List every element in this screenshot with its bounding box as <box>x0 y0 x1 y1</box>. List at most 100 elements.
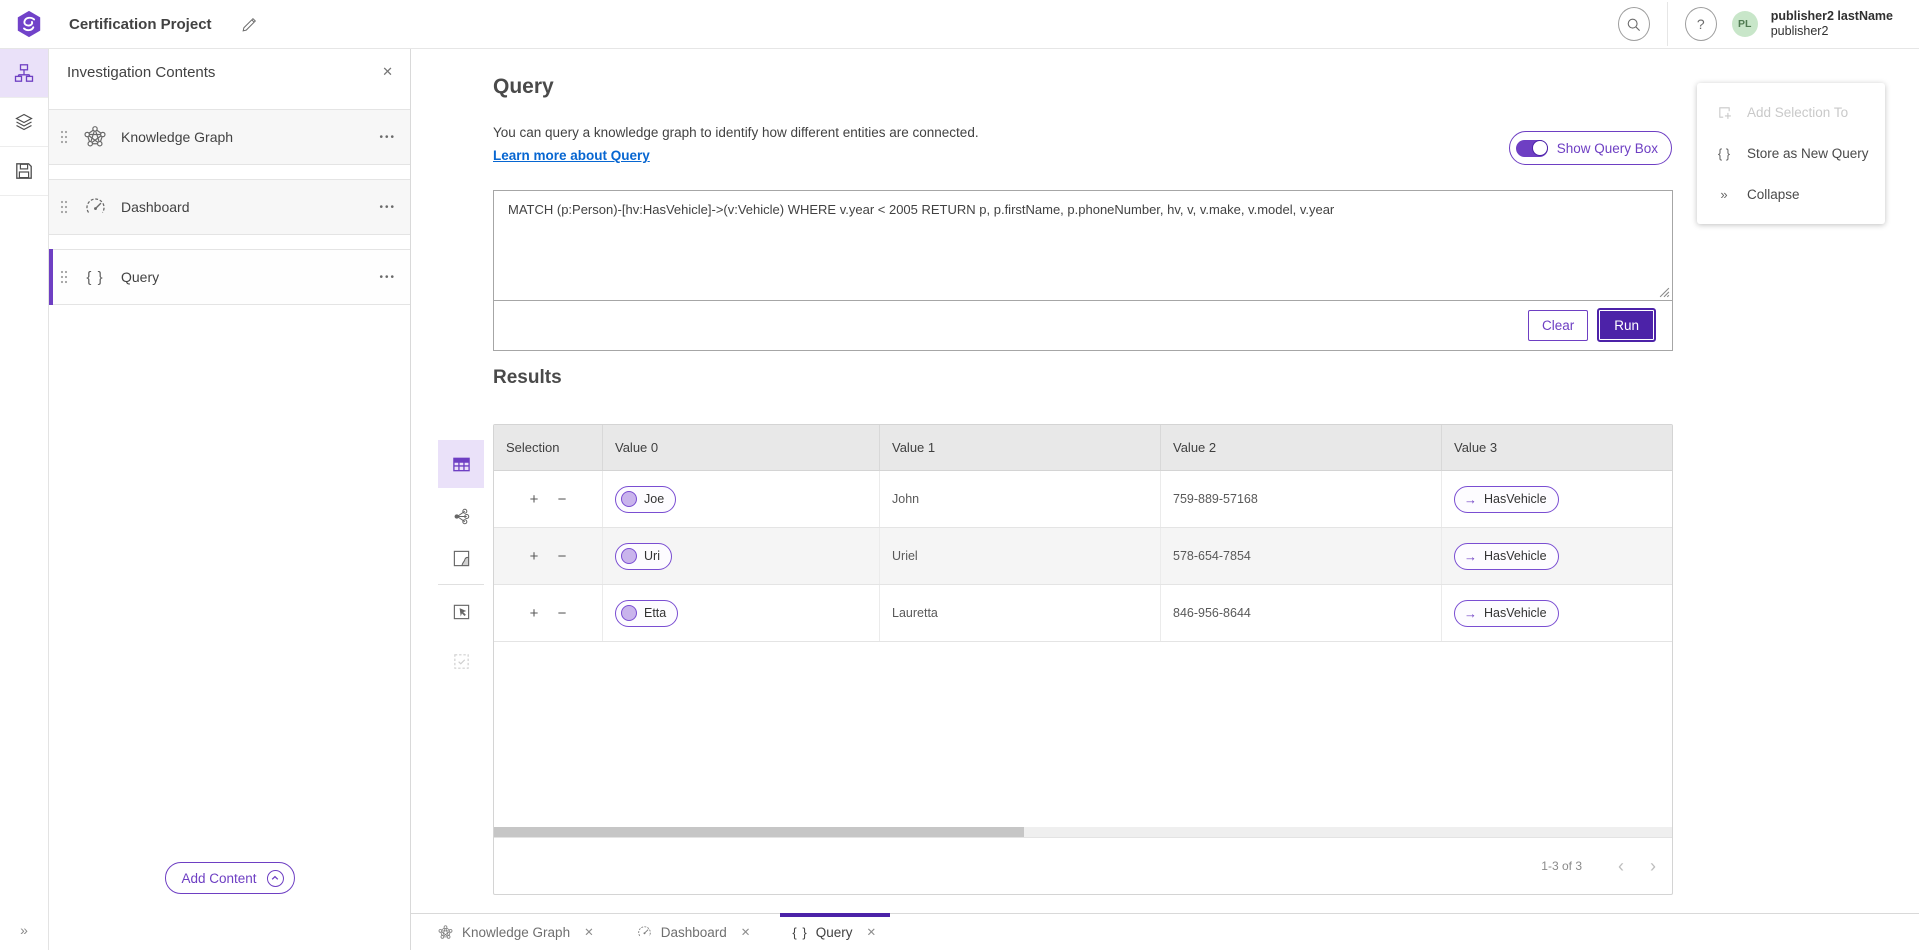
close-tab-button[interactable]: ✕ <box>864 923 878 941</box>
content-item-dashboard[interactable]: Dashboard ••• <box>49 179 410 235</box>
expand-rail-button[interactable]: » <box>0 922 48 938</box>
user-avatar[interactable]: PL <box>1732 11 1758 37</box>
menu-item-label: Collapse <box>1747 187 1800 202</box>
top-bar: Certification Project ? PL publisher2 la… <box>0 0 1919 49</box>
content-item-query[interactable]: { } Query ••• <box>49 249 410 305</box>
resize-handle-icon[interactable] <box>1659 287 1670 298</box>
entity-chip[interactable]: Joe <box>615 486 676 513</box>
search-button[interactable] <box>1618 7 1650 41</box>
braces-icon: { } <box>792 925 807 940</box>
map-select-view-button[interactable] <box>438 591 484 631</box>
tab-query[interactable]: { } Query ✕ <box>780 914 890 950</box>
rail-item-contents[interactable] <box>0 49 48 98</box>
network-view-button[interactable] <box>438 496 484 536</box>
results-view-switcher <box>438 440 484 681</box>
knowledge-graph-icon <box>79 124 111 150</box>
drag-handle-icon[interactable] <box>60 270 68 284</box>
value2-cell: 578-654-7854 <box>1160 528 1441 584</box>
selection-cell: + − <box>494 585 602 641</box>
relation-chip[interactable]: → HasVehicle <box>1454 543 1559 570</box>
relation-chip[interactable]: → HasVehicle <box>1454 486 1559 513</box>
value0-cell: Etta <box>602 585 879 641</box>
results-title: Results <box>493 367 562 389</box>
user-display-name: publisher2 lastName <box>1771 9 1893 24</box>
column-header-value1[interactable]: Value 1 <box>879 425 1160 470</box>
tab-knowledge-graph[interactable]: Knowledge Graph ✕ <box>425 914 608 950</box>
pagination-range: 1-3 of 3 <box>1541 859 1582 873</box>
map-view-icon <box>452 549 471 568</box>
add-to-selection-button[interactable]: + <box>523 491 545 508</box>
value2-cell: 846-956-8644 <box>1160 585 1441 641</box>
content-item-label: Query <box>121 269 375 285</box>
entity-chip-label: Joe <box>644 492 664 506</box>
value3-cell: → HasVehicle <box>1441 528 1672 584</box>
menu-item-collapse[interactable]: » Collapse <box>1697 174 1885 215</box>
relation-chip[interactable]: → HasVehicle <box>1454 600 1559 627</box>
entity-node-icon <box>621 605 637 621</box>
user-username: publisher2 <box>1771 24 1893 39</box>
close-panel-button[interactable]: ✕ <box>378 60 397 84</box>
remove-from-selection-button[interactable]: − <box>551 548 573 565</box>
column-header-selection[interactable]: Selection <box>494 425 602 470</box>
search-icon <box>1625 16 1642 33</box>
entity-node-icon <box>621 491 637 507</box>
add-to-selection-button[interactable]: + <box>523 605 545 622</box>
entity-chip[interactable]: Etta <box>615 600 678 627</box>
tab-label: Query <box>816 925 853 940</box>
project-title: Certification Project <box>69 16 212 33</box>
table-row: + − Uri Uriel 578-654-7854 → HasVehicle <box>494 528 1672 585</box>
investigation-contents-panel: Investigation Contents ✕ Knowledge Graph… <box>49 49 411 950</box>
item-overflow-menu-button[interactable]: ••• <box>375 128 400 147</box>
column-header-value0[interactable]: Value 0 <box>602 425 879 470</box>
braces-icon: { } <box>1714 146 1734 161</box>
menu-item-add-selection-to: Add Selection To <box>1697 92 1885 133</box>
close-tab-button[interactable]: ✕ <box>739 923 753 941</box>
layers-icon <box>14 112 34 132</box>
entity-chip[interactable]: Uri <box>615 543 672 570</box>
relation-chip-label: HasVehicle <box>1484 492 1547 506</box>
column-header-value3[interactable]: Value 3 <box>1441 425 1672 470</box>
edit-title-button[interactable] <box>237 11 263 37</box>
table-view-button[interactable] <box>438 440 484 488</box>
horizontal-scrollbar[interactable] <box>494 827 1672 837</box>
toggle-switch-icon <box>1516 140 1548 157</box>
close-tab-button[interactable]: ✕ <box>582 923 596 941</box>
drag-handle-icon[interactable] <box>60 200 68 214</box>
remove-from-selection-button[interactable]: − <box>551 491 573 508</box>
map-view-button[interactable] <box>438 538 484 578</box>
user-menu[interactable]: publisher2 lastName publisher2 <box>1771 9 1919 39</box>
value1-cell: Uriel <box>879 528 1160 584</box>
rail-item-layers[interactable] <box>0 98 48 147</box>
show-query-box-toggle[interactable]: Show Query Box <box>1509 131 1672 165</box>
save-icon <box>14 161 34 181</box>
help-button[interactable]: ? <box>1685 7 1717 41</box>
braces-icon: { } <box>79 269 111 286</box>
add-to-selection-button[interactable]: + <box>523 548 545 565</box>
menu-item-store-as-new-query[interactable]: { } Store as New Query <box>1697 133 1885 174</box>
arrow-right-icon: → <box>1464 606 1477 621</box>
tab-dashboard[interactable]: Dashboard ✕ <box>624 914 765 950</box>
learn-more-link[interactable]: Learn more about Query <box>493 148 650 163</box>
bottom-tab-bar: Knowledge Graph ✕ Dashboard ✕ { } Query … <box>411 913 1919 950</box>
content-item-knowledge-graph[interactable]: Knowledge Graph ••• <box>49 109 410 165</box>
drag-handle-icon[interactable] <box>60 130 68 144</box>
run-button[interactable]: Run <box>1599 310 1654 340</box>
item-overflow-menu-button[interactable]: ••• <box>375 268 400 287</box>
clear-button[interactable]: Clear <box>1528 310 1588 341</box>
selection-cell: + − <box>494 471 602 527</box>
table-view-icon <box>452 455 471 474</box>
topbar-divider <box>1667 2 1668 46</box>
add-content-button[interactable]: Add Content <box>164 862 294 894</box>
remove-from-selection-button[interactable]: − <box>551 605 573 622</box>
column-header-value2[interactable]: Value 2 <box>1160 425 1441 470</box>
item-overflow-menu-button[interactable]: ••• <box>375 198 400 217</box>
query-button-row: Clear Run <box>494 301 1672 349</box>
dashboard-gauge-icon <box>636 924 653 941</box>
scrollbar-thumb[interactable] <box>494 827 1024 837</box>
rail-item-save[interactable] <box>0 147 48 196</box>
network-view-icon <box>452 507 471 526</box>
toggle-label: Show Query Box <box>1557 141 1658 156</box>
map-cursor-icon <box>452 602 471 621</box>
query-input[interactable]: MATCH (p:Person)-[hv:HasVehicle]->(v:Veh… <box>494 191 1672 301</box>
value0-cell: Uri <box>602 528 879 584</box>
